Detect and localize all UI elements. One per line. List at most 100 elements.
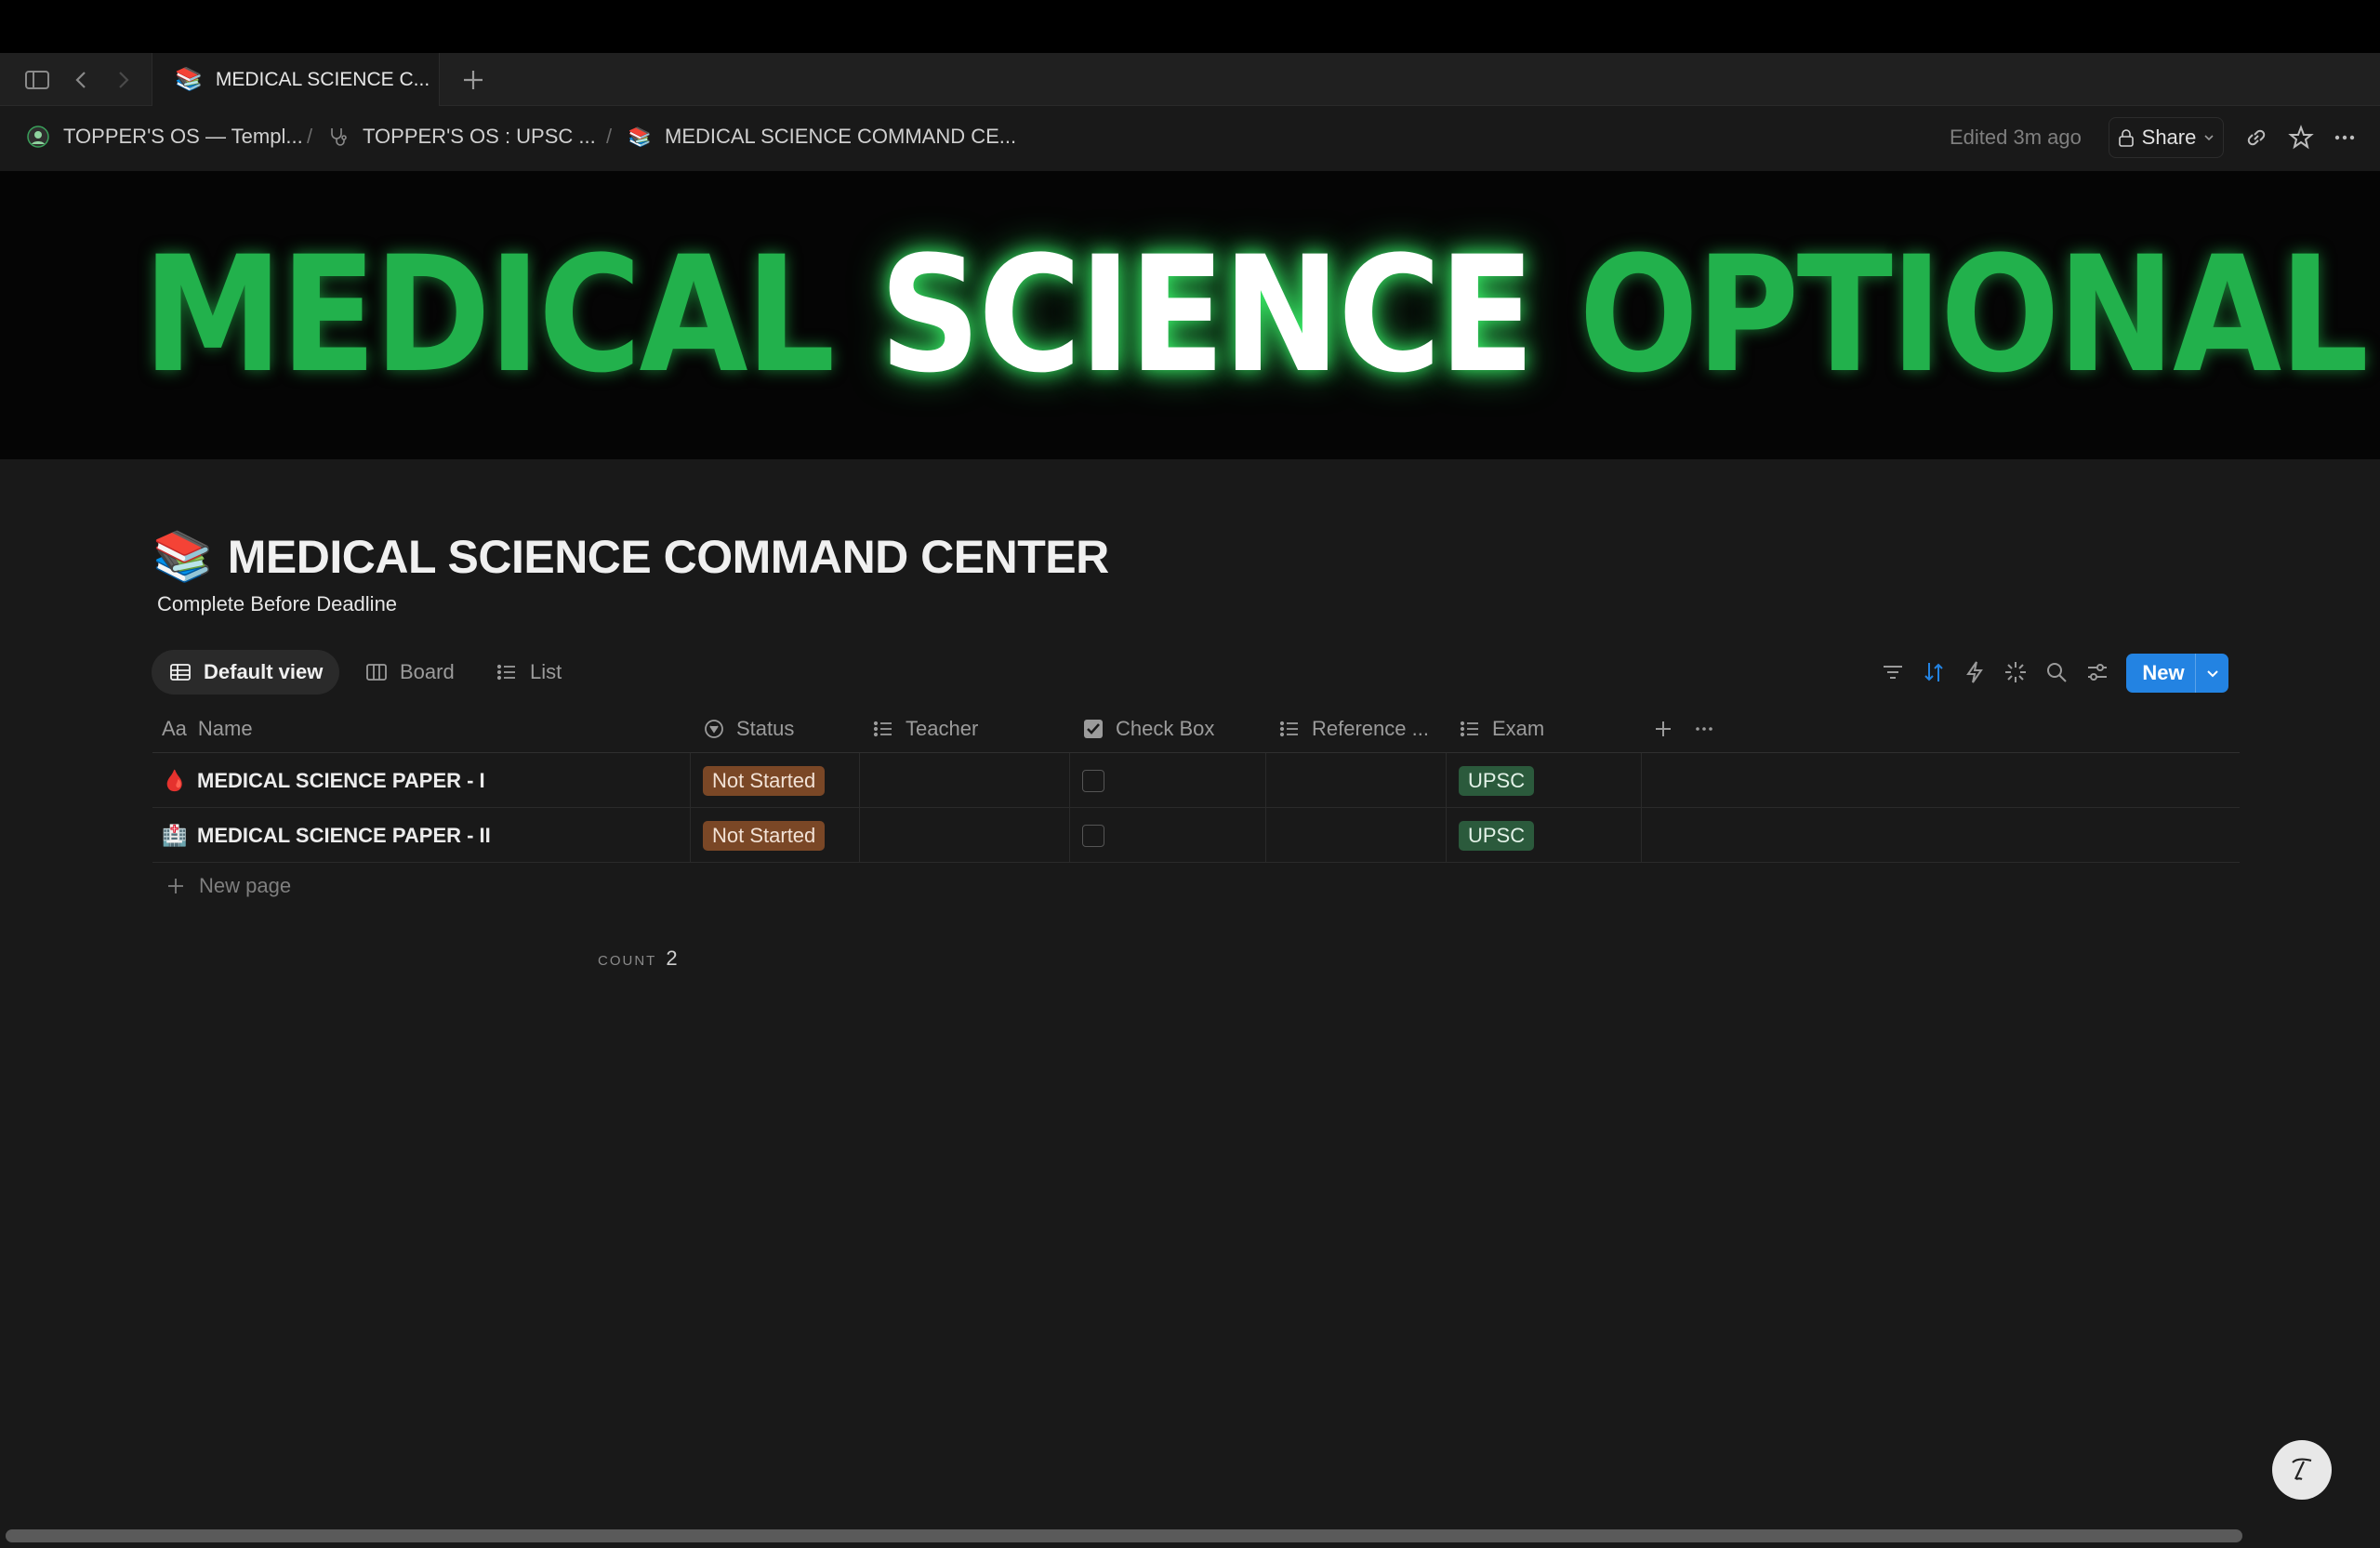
column-header-exam[interactable]: Exam — [1459, 705, 1544, 753]
banner-text: MEDICAL SCIENCE OPTIONAL — [142, 208, 2369, 422]
column-header-check-box[interactable]: Check Box — [1082, 705, 1214, 753]
hospital-icon: 🏥 — [162, 823, 188, 847]
exam-badge: UPSC — [1459, 820, 1535, 851]
column-divider — [690, 753, 691, 808]
notion-ai-help-button[interactable] — [2272, 1440, 2332, 1500]
text-type-icon: Aa — [162, 717, 187, 740]
view-label: Board — [400, 660, 455, 683]
breadcrumb-label: TOPPER'S OS — Templ... — [63, 125, 303, 148]
star-icon[interactable] — [2287, 124, 2315, 152]
new-tab-icon[interactable] — [458, 65, 488, 95]
more-icon[interactable] — [2331, 124, 2359, 152]
view-label: List — [530, 660, 562, 683]
notion-ai-icon — [2292, 1458, 2312, 1481]
row-name-cell[interactable]: 🏥 MEDICAL SCIENCE PAPER - II — [162, 808, 491, 863]
plus-icon — [168, 879, 183, 893]
list-icon — [1279, 721, 1298, 737]
breadcrumb-item-current-page[interactable]: 📚 MEDICAL SCIENCE COMMAND CE... — [628, 125, 1017, 149]
settings-sliders-icon[interactable] — [2084, 659, 2110, 685]
table-row[interactable]: 🩸 MEDICAL SCIENCE PAPER - I Not Started … — [152, 753, 2240, 808]
sort-icon[interactable] — [1921, 659, 1947, 685]
edited-timestamp: Edited 3m ago — [1950, 126, 2082, 149]
status-badge: Not Started — [703, 820, 826, 851]
banner-word-optional: OPTIONAL — [1579, 221, 2369, 408]
row-exam-cell[interactable]: UPSC — [1459, 753, 1535, 808]
books-icon: 📚 — [628, 126, 652, 148]
horizontal-scrollbar[interactable] — [6, 1529, 2242, 1542]
new-page-button[interactable]: New page — [165, 874, 291, 898]
list-icon — [496, 664, 515, 681]
row-count[interactable]: COUNT 2 — [598, 946, 678, 971]
sparkle-icon[interactable] — [2003, 659, 2029, 685]
back-icon[interactable] — [67, 65, 97, 95]
window-titlebar — [0, 0, 2380, 53]
list-icon — [873, 721, 892, 737]
automation-bolt-icon[interactable] — [1962, 659, 1988, 685]
stethoscope-icon — [325, 125, 350, 149]
column-header-name[interactable]: Aa Name — [162, 705, 253, 753]
tab-default-view[interactable]: Default view — [152, 650, 340, 695]
new-button[interactable]: New — [2126, 654, 2228, 693]
banner-word-medical: MEDICAL — [142, 221, 836, 408]
checkbox[interactable] — [1082, 824, 1104, 847]
link-icon[interactable] — [2242, 124, 2270, 152]
new-dropdown-button[interactable] — [2195, 654, 2228, 693]
share-button[interactable]: Share — [2109, 117, 2224, 158]
tab-list[interactable]: List — [478, 650, 578, 695]
column-label: Teacher — [906, 717, 979, 740]
status-badge: Not Started — [703, 765, 826, 796]
column-divider — [1265, 753, 1266, 808]
more-icon[interactable] — [1693, 718, 1715, 740]
list-icon — [1460, 721, 1478, 737]
row-checkbox-cell[interactable] — [1082, 753, 1104, 808]
banner-word-science: SCIENCE — [879, 221, 1535, 408]
column-label: Check Box — [1116, 717, 1215, 740]
checkbox[interactable] — [1082, 769, 1104, 792]
column-divider — [1641, 808, 1642, 863]
column-label: Exam — [1492, 717, 1545, 740]
tab-active[interactable]: 📚 MEDICAL SCIENCE C... — [152, 53, 440, 106]
column-header-status[interactable]: Status — [703, 705, 794, 753]
row-checkbox-cell[interactable] — [1082, 808, 1104, 863]
avatar-icon — [26, 125, 50, 149]
column-label: Status — [736, 717, 795, 740]
add-column-icon[interactable] — [1652, 718, 1674, 740]
search-icon[interactable] — [2043, 659, 2069, 685]
column-label: Reference ... — [1312, 717, 1429, 740]
row-status-cell[interactable]: Not Started — [703, 808, 826, 863]
status-icon — [705, 720, 723, 738]
row-name: MEDICAL SCIENCE PAPER - II — [197, 823, 491, 847]
chevron-down-icon — [2206, 670, 2218, 678]
column-divider — [859, 808, 860, 863]
breadcrumb-separator: / — [606, 125, 613, 148]
table-row[interactable]: 🏥 MEDICAL SCIENCE PAPER - II Not Started… — [152, 808, 2240, 863]
checkbox-icon — [1084, 720, 1103, 738]
column-divider — [1265, 808, 1266, 863]
column-divider — [1446, 753, 1447, 808]
share-label: Share — [2141, 126, 2197, 149]
filter-icon[interactable] — [1880, 659, 1906, 685]
column-header-teacher[interactable]: Teacher — [872, 705, 978, 753]
column-header-reference[interactable]: Reference ... — [1278, 705, 1429, 753]
database-table: Aa Name Status Teacher Check Box Referen… — [152, 705, 2240, 863]
tab-title: MEDICAL SCIENCE C... — [215, 68, 430, 90]
row-name-cell[interactable]: 🩸 MEDICAL SCIENCE PAPER - I — [162, 753, 485, 808]
breadcrumb-item-topper-os-template[interactable]: TOPPER'S OS — Templ... — [26, 125, 303, 149]
row-exam-cell[interactable]: UPSC — [1459, 808, 1535, 863]
tab-board[interactable]: Board — [348, 650, 471, 695]
page-title-text[interactable]: MEDICAL SCIENCE COMMAND CENTER — [228, 530, 1110, 584]
breadcrumb-item-topper-os-upsc[interactable]: TOPPER'S OS : UPSC ... — [325, 125, 596, 149]
books-icon: 📚 — [175, 67, 203, 92]
chevron-down-icon — [2204, 135, 2214, 141]
row-status-cell[interactable]: Not Started — [703, 753, 826, 808]
page-subtitle[interactable]: Complete Before Deadline — [157, 592, 397, 616]
forward-icon[interactable] — [108, 65, 138, 95]
column-divider — [1069, 808, 1070, 863]
table-icon — [170, 664, 191, 681]
view-label: Default view — [204, 660, 324, 683]
column-divider — [1641, 753, 1642, 808]
exam-badge: UPSC — [1459, 765, 1535, 796]
count-value: 2 — [666, 946, 678, 970]
books-icon[interactable]: 📚 — [152, 528, 213, 585]
sidebar-toggle-icon[interactable] — [22, 65, 52, 95]
